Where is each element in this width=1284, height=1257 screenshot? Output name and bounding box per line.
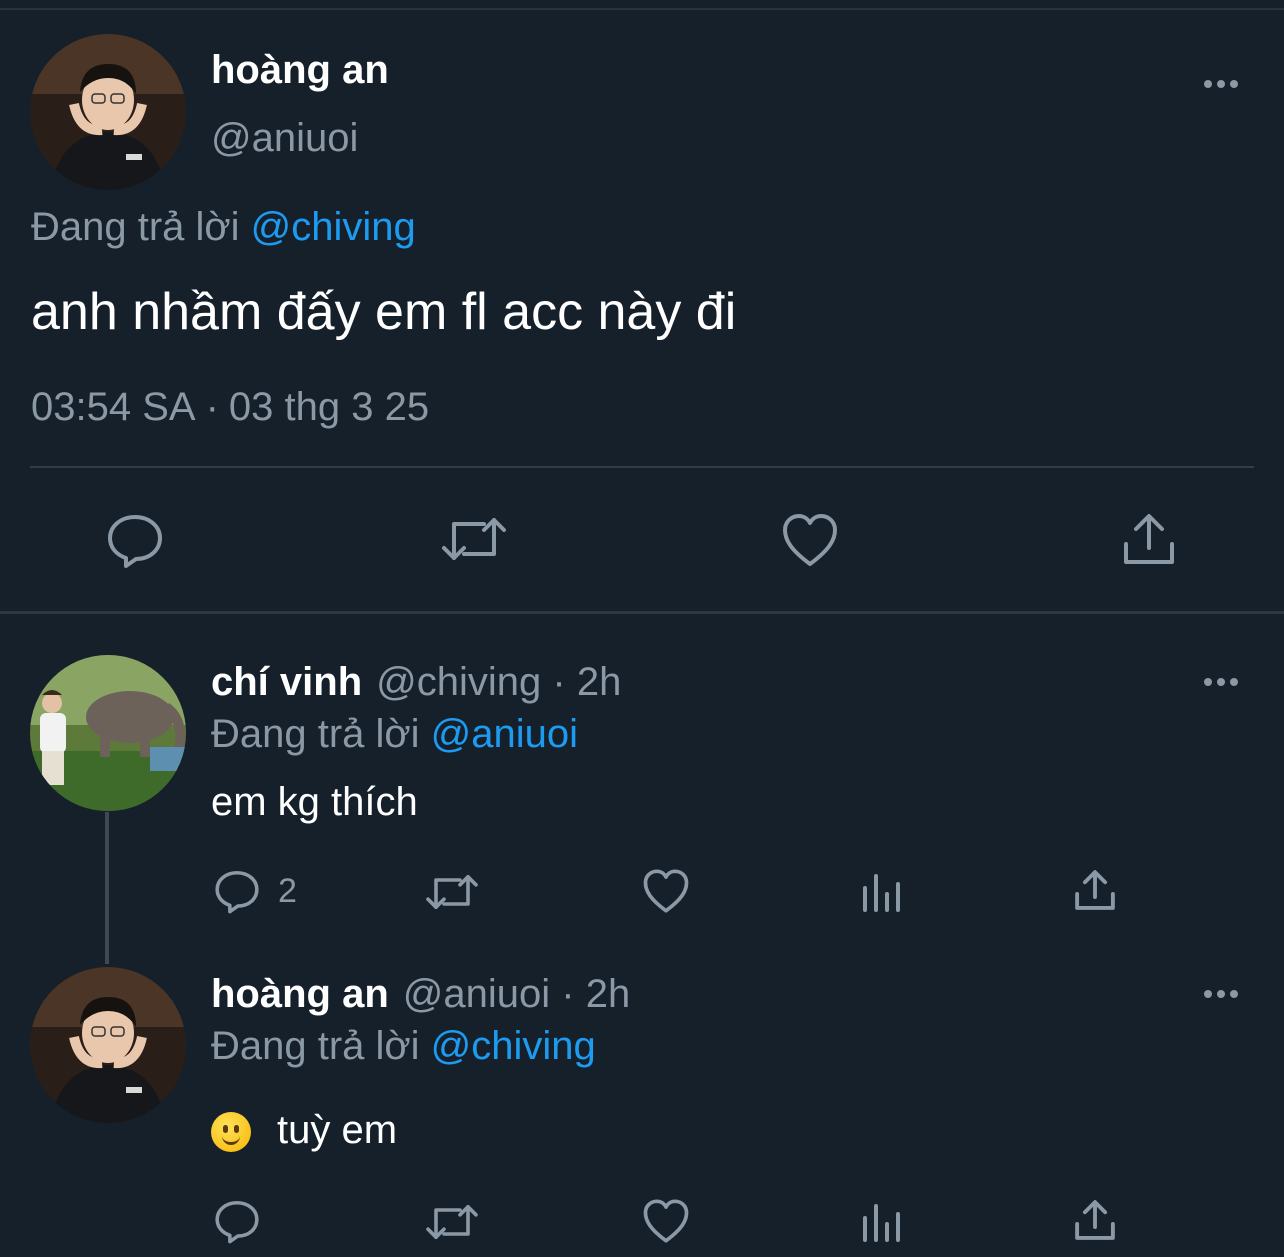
author-handle[interactable]: @chiving xyxy=(376,660,541,704)
avatar-image xyxy=(30,655,186,811)
retweet-icon xyxy=(426,1205,478,1239)
thread-line xyxy=(105,812,109,964)
mention-link[interactable]: @chiving xyxy=(251,205,416,249)
replying-to: Đang trả lời @chiving xyxy=(31,205,416,250)
reply-count: 2 xyxy=(278,871,297,910)
replying-to-label: Đang trả lời xyxy=(211,1024,420,1068)
mention-link[interactable]: @aniuoi xyxy=(431,712,578,756)
more-options-icon[interactable] xyxy=(1202,984,1242,1004)
reply-button[interactable] xyxy=(214,1198,260,1244)
retweet-button[interactable] xyxy=(424,872,480,912)
retweet-button[interactable] xyxy=(424,1202,480,1242)
divider xyxy=(30,466,1254,468)
avatar-image xyxy=(30,34,186,190)
retweet-icon xyxy=(426,875,478,909)
like-icon xyxy=(643,869,689,913)
reply-header: chí vinh @chiving · 2h xyxy=(211,660,621,705)
like-button[interactable] xyxy=(642,868,690,914)
tweet-timestamp[interactable]: 03:54 SA · 03 thg 3 25 xyxy=(31,385,429,430)
reply-header: hoàng an @aniuoi · 2h xyxy=(211,972,630,1017)
tweet-text: anh nhầm đấy em fl acc này đi xyxy=(31,283,737,341)
replying-to: Đang trả lời @chiving xyxy=(211,1024,596,1069)
views-icon xyxy=(863,874,900,912)
author-name[interactable]: hoàng an xyxy=(211,972,389,1016)
time-ago[interactable]: · 2h xyxy=(552,660,621,704)
author-handle[interactable]: @aniuoi xyxy=(403,972,550,1016)
tweet-time: 03:54 SA xyxy=(31,385,196,429)
share-button[interactable] xyxy=(1074,1198,1116,1242)
replying-to: Đang trả lời @aniuoi xyxy=(211,712,578,757)
share-icon xyxy=(1075,1200,1115,1240)
retweet-button[interactable] xyxy=(440,514,508,564)
avatar[interactable] xyxy=(30,655,186,811)
like-icon xyxy=(783,514,837,566)
meta-separator: · xyxy=(205,385,219,429)
like-icon xyxy=(643,1199,689,1243)
author-name[interactable]: chí vinh xyxy=(211,660,362,704)
tweet-date: 03 thg 3 25 xyxy=(228,385,430,429)
author-handle[interactable]: @aniuoi xyxy=(211,116,358,161)
author-name[interactable]: hoàng an xyxy=(211,48,389,93)
tweet-text: em kg thích xyxy=(211,780,418,824)
reply-button[interactable] xyxy=(106,512,164,568)
share-icon xyxy=(1075,870,1115,910)
time-ago[interactable]: · 2h xyxy=(561,972,630,1016)
reply-icon xyxy=(215,1200,259,1244)
retweet-icon xyxy=(442,518,506,560)
avatar[interactable] xyxy=(30,967,186,1123)
views-icon xyxy=(863,1204,900,1242)
main-tweet: hoàng an @aniuoi Đang trả lời @chiving a… xyxy=(0,0,1284,612)
share-button[interactable] xyxy=(1122,512,1176,566)
like-button[interactable] xyxy=(781,512,839,568)
replying-to-label: Đang trả lời xyxy=(31,205,240,249)
like-button[interactable] xyxy=(642,1198,690,1244)
more-options-icon[interactable] xyxy=(1202,74,1242,94)
share-icon xyxy=(1124,514,1174,564)
views-button[interactable] xyxy=(860,870,904,914)
section-divider xyxy=(0,611,1284,614)
avatar[interactable] xyxy=(30,34,186,190)
views-button[interactable] xyxy=(860,1200,904,1244)
reply-button[interactable]: 2 xyxy=(214,868,297,914)
tweet-text: tuỳ em xyxy=(277,1108,398,1152)
mention-link[interactable]: @chiving xyxy=(431,1024,596,1068)
slightly-smiling-face-icon xyxy=(211,1112,251,1153)
replying-to-label: Đang trả lời xyxy=(211,712,420,756)
reply-icon xyxy=(108,515,162,568)
share-button[interactable] xyxy=(1074,868,1116,912)
tweet-text-container: tuỳ em xyxy=(211,1108,397,1153)
reply-icon xyxy=(215,870,259,914)
more-options-icon[interactable] xyxy=(1202,672,1242,692)
avatar-image xyxy=(30,967,186,1123)
